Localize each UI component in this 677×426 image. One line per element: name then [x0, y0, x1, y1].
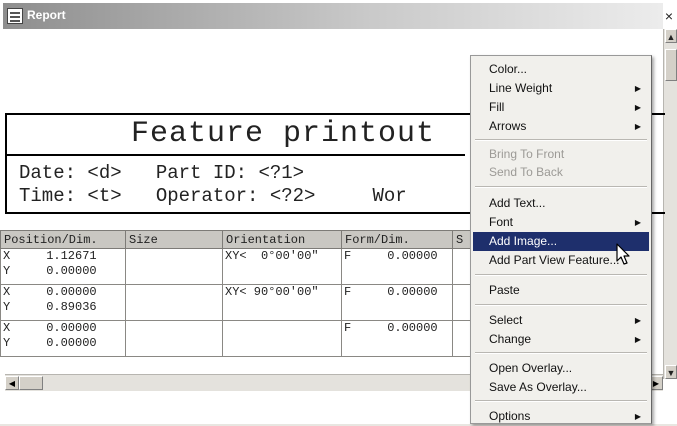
- menu-separator: [475, 139, 647, 141]
- menu-separator: [475, 274, 647, 276]
- menu-item-label: Bring To Front: [489, 147, 565, 161]
- column-header-position: Position/Dim.: [0, 230, 126, 249]
- scroll-left-arrow-icon[interactable]: ◀: [5, 376, 19, 390]
- cell-size: [125, 284, 223, 321]
- menu-item-label: Fill: [489, 100, 505, 114]
- cell-orientation: XY< 0°00'00": [222, 248, 342, 285]
- cell-form: F 0.00000: [341, 320, 453, 357]
- mouse-pointer-icon: [616, 243, 630, 265]
- cell-position: X 1.12671 Y 0.00000: [0, 248, 126, 285]
- menu-item-font[interactable]: Font ▶: [473, 213, 649, 232]
- menu-item-send-to-back: Send To Back: [473, 163, 649, 182]
- menu-separator: [475, 352, 647, 354]
- context-menu: Color... Line Weight ▶ Fill ▶ Arrows ▶ Brin…: [470, 55, 652, 424]
- submenu-arrow-icon: ▶: [634, 218, 641, 227]
- report-info-line-2[interactable]: Time: <t> Operator: <?2> Wor: [19, 185, 407, 207]
- table-header-row: Position/Dim. Size Orientation Form/Dim.…: [0, 230, 474, 249]
- submenu-arrow-icon: ▶: [634, 316, 641, 325]
- menu-item-change[interactable]: Change ▶: [473, 330, 649, 349]
- report-window: Report × ▲ ▼ Feature printout Date: <d> …: [0, 0, 677, 424]
- cell-orientation: XY< 90°00'00": [222, 284, 342, 321]
- table-row[interactable]: X 1.12671 Y 0.00000 XY< 0°00'00" F 0.000…: [0, 248, 474, 285]
- menu-item-color[interactable]: Color...: [473, 60, 649, 79]
- menu-item-save-as-overlay[interactable]: Save As Overlay...: [473, 378, 649, 397]
- menu-separator: [475, 400, 647, 402]
- menu-item-label: Select: [489, 313, 523, 327]
- menu-item-add-text[interactable]: Add Text...: [473, 194, 649, 213]
- menu-item-bring-to-front: Bring To Front: [473, 145, 649, 164]
- menu-item-label: Save As Overlay...: [489, 380, 587, 394]
- header-divider: [5, 154, 465, 156]
- title-bar[interactable]: Report: [3, 3, 663, 29]
- close-button[interactable]: ×: [662, 6, 676, 26]
- feature-table[interactable]: Position/Dim. Size Orientation Form/Dim.…: [0, 230, 474, 357]
- menu-item-label: Font: [489, 215, 514, 229]
- table-row[interactable]: X 0.00000 Y 0.89036 XY< 90°00'00" F 0.00…: [0, 284, 474, 321]
- menu-item-label: Open Overlay...: [489, 361, 573, 375]
- horizontal-scroll-thumb[interactable]: [19, 376, 43, 390]
- menu-item-label: Arrows: [489, 119, 527, 133]
- scroll-up-arrow-icon[interactable]: ▲: [665, 29, 677, 43]
- submenu-arrow-icon: ▶: [634, 335, 641, 344]
- menu-item-arrows[interactable]: Arrows ▶: [473, 117, 649, 136]
- menu-separator: [475, 304, 647, 306]
- submenu-arrow-icon: ▶: [634, 412, 641, 421]
- menu-item-open-overlay[interactable]: Open Overlay...: [473, 359, 649, 378]
- cell-form: F 0.00000: [341, 284, 453, 321]
- menu-item-select[interactable]: Select ▶: [473, 311, 649, 330]
- submenu-arrow-icon: ▶: [634, 84, 641, 93]
- menu-item-label: Add Text...: [489, 196, 546, 210]
- table-row[interactable]: X 0.00000 Y 0.00000 F 0.00000: [0, 320, 474, 357]
- menu-item-label: Change: [489, 332, 532, 346]
- column-header-orientation: Orientation: [222, 230, 342, 249]
- submenu-arrow-icon: ▶: [634, 122, 641, 131]
- menu-item-label: Color...: [489, 62, 528, 76]
- window-title: Report: [27, 8, 66, 22]
- menu-item-fill[interactable]: Fill ▶: [473, 98, 649, 117]
- menu-item-label: Add Part View Feature...: [489, 253, 620, 267]
- report-icon: [7, 8, 23, 24]
- menu-item-label: Send To Back: [489, 165, 563, 179]
- report-info-line-1[interactable]: Date: <d> Part ID: <?1>: [19, 162, 304, 184]
- menu-item-label: Options: [489, 409, 531, 423]
- menu-item-label: Add Image...: [489, 234, 558, 248]
- cell-size: [125, 248, 223, 285]
- menu-item-label: Paste: [489, 283, 520, 297]
- cell-position: X 0.00000 Y 0.00000: [0, 320, 126, 357]
- submenu-arrow-icon: ▶: [634, 103, 641, 112]
- cell-orientation: [222, 320, 342, 357]
- menu-item-paste[interactable]: Paste: [473, 281, 649, 300]
- cell-position: X 0.00000 Y 0.89036: [0, 284, 126, 321]
- menu-separator: [475, 186, 647, 188]
- column-header-size: Size: [125, 230, 223, 249]
- vertical-scroll-thumb[interactable]: [665, 49, 677, 81]
- cell-form: F 0.00000: [341, 248, 453, 285]
- menu-item-label: Line Weight: [489, 81, 553, 95]
- cell-size: [125, 320, 223, 357]
- scroll-down-arrow-icon[interactable]: ▼: [665, 365, 677, 379]
- vertical-scrollbar[interactable]: ▲ ▼: [663, 29, 677, 379]
- menu-item-line-weight[interactable]: Line Weight ▶: [473, 79, 649, 98]
- report-headline[interactable]: Feature printout: [131, 117, 435, 151]
- column-header-form: Form/Dim.: [341, 230, 453, 249]
- menu-item-options[interactable]: Options ▶: [473, 407, 649, 426]
